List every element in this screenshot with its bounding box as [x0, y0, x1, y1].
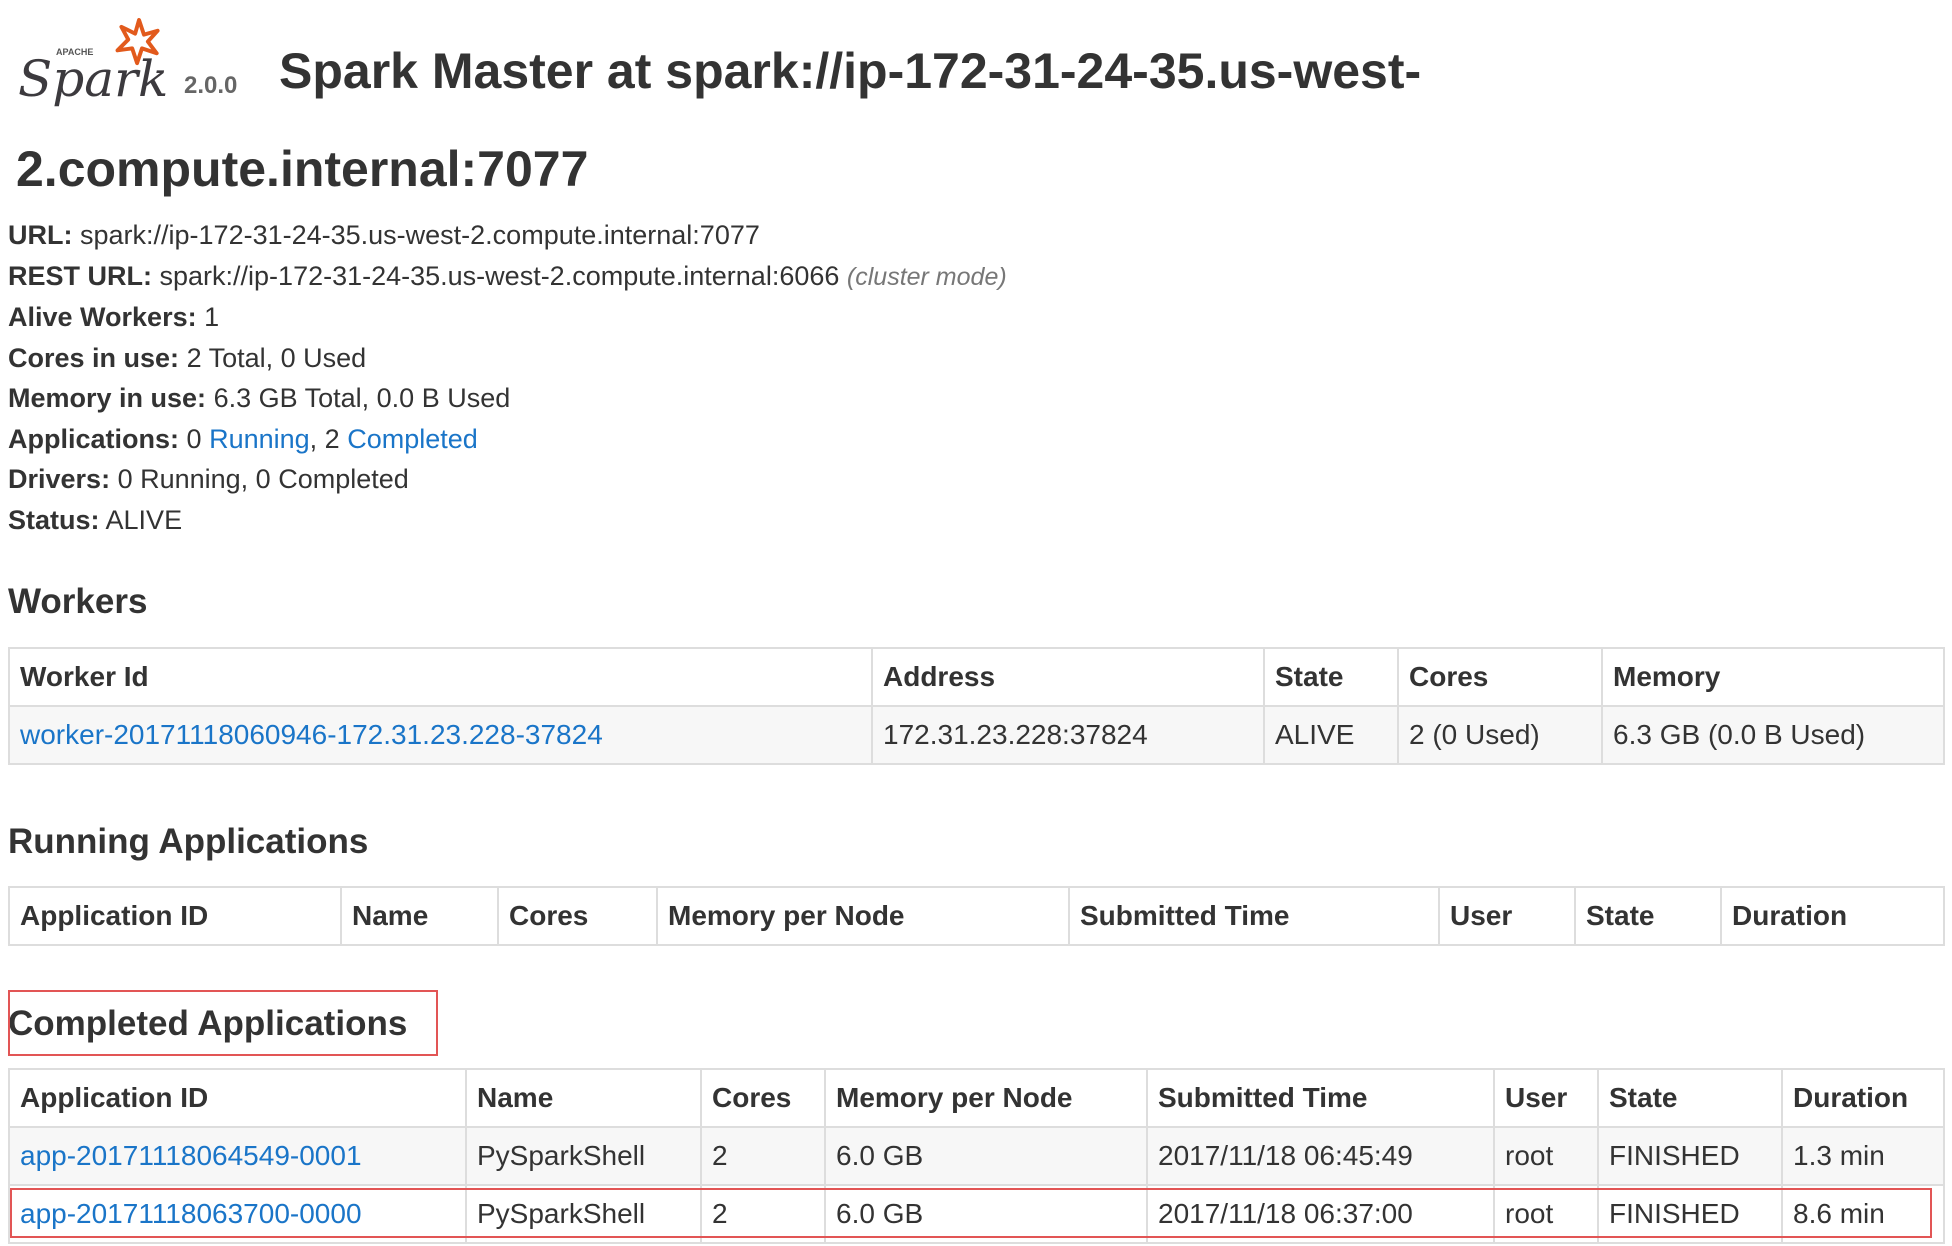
- col-cores[interactable]: Cores: [700, 1068, 826, 1128]
- col-application-id[interactable]: Application ID: [8, 1068, 467, 1128]
- table-row: app-20171118063700-0000 PySparkShell 2 6…: [8, 1184, 1945, 1244]
- col-memory-per-node[interactable]: Memory per Node: [656, 886, 1070, 946]
- app-submitted: 2017/11/18 06:45:49: [1146, 1126, 1495, 1186]
- col-state[interactable]: State: [1574, 886, 1722, 946]
- cluster-mode-hint: (cluster mode): [846, 262, 1007, 291]
- worker-link[interactable]: worker-20171118060946-172.31.23.228-3782…: [20, 719, 603, 750]
- col-address[interactable]: Address: [871, 647, 1265, 707]
- status-row: Status: ALIVE: [8, 504, 183, 535]
- url-row: URL: spark://ip-172-31-24-35.us-west-2.c…: [8, 220, 760, 250]
- page-title-text: Spark Master at spark://ip-172-31-24-35.…: [16, 43, 1422, 197]
- worker-state: ALIVE: [1263, 705, 1399, 765]
- col-duration[interactable]: Duration: [1781, 1068, 1945, 1128]
- page-header: APACHE Spark 2.0.0 Spark Master at spark…: [8, 0, 1944, 197]
- table-row: worker-20171118060946-172.31.23.228-3782…: [8, 705, 1945, 765]
- app-duration: 8.6 min: [1781, 1184, 1945, 1244]
- drivers-row: Drivers: 0 Running, 0 Completed: [8, 464, 409, 494]
- workers-table: Worker Id Address State Cores Memory wor…: [8, 647, 1945, 765]
- table-row: app-20171118064549-0001 PySparkShell 2 6…: [8, 1126, 1945, 1186]
- app-memory: 6.0 GB: [824, 1184, 1148, 1244]
- col-submitted-time[interactable]: Submitted Time: [1146, 1068, 1495, 1128]
- applications-row: Applications: 0 Running, 2 Completed: [8, 423, 478, 454]
- spark-master-page: APACHE Spark 2.0.0 Spark Master at spark…: [0, 0, 1952, 1246]
- completed-header-row: Application ID Name Cores Memory per Nod…: [8, 1068, 1945, 1128]
- col-submitted-time[interactable]: Submitted Time: [1068, 886, 1440, 946]
- alive-workers-row: Alive Workers: 1: [8, 302, 220, 332]
- workers-header-row: Worker Id Address State Cores Memory: [8, 647, 1945, 707]
- worker-address: 172.31.23.228:37824: [871, 705, 1265, 765]
- app-user: root: [1493, 1184, 1599, 1244]
- col-memory-per-node[interactable]: Memory per Node: [824, 1068, 1148, 1128]
- rest-url-row: REST URL: spark://ip-172-31-24-35.us-wes…: [8, 260, 1007, 291]
- app-cores: 2: [700, 1184, 826, 1244]
- running-apps-table: Application ID Name Cores Memory per Nod…: [8, 886, 1945, 946]
- memory-row: Memory in use: 6.3 GB Total, 0.0 B Used: [8, 383, 511, 413]
- running-apps-link[interactable]: Running: [209, 424, 310, 454]
- app-name: PySparkShell: [465, 1126, 702, 1186]
- col-application-id[interactable]: Application ID: [8, 886, 342, 946]
- workers-heading[interactable]: Workers: [8, 582, 147, 622]
- app-name: PySparkShell: [465, 1184, 702, 1244]
- completed-apps-link[interactable]: Completed: [347, 424, 478, 454]
- completed-apps-heading[interactable]: Completed Applications: [8, 1004, 407, 1044]
- col-state[interactable]: State: [1263, 647, 1399, 707]
- col-memory[interactable]: Memory: [1601, 647, 1945, 707]
- app-link[interactable]: app-20171118063700-0000: [20, 1198, 362, 1229]
- app-user: root: [1493, 1126, 1599, 1186]
- app-state: FINISHED: [1597, 1184, 1783, 1244]
- col-user[interactable]: User: [1438, 886, 1576, 946]
- app-duration: 1.3 min: [1781, 1126, 1945, 1186]
- col-worker-id[interactable]: Worker Id: [8, 647, 873, 707]
- col-cores[interactable]: Cores: [1397, 647, 1603, 707]
- app-state: FINISHED: [1597, 1126, 1783, 1186]
- col-duration[interactable]: Duration: [1720, 886, 1945, 946]
- running-header-row: Application ID Name Cores Memory per Nod…: [8, 886, 1945, 946]
- worker-cores: 2 (0 Used): [1397, 705, 1603, 765]
- col-state[interactable]: State: [1597, 1068, 1783, 1128]
- page-title: Spark Master at spark://ip-172-31-24-35.…: [16, 22, 1516, 218]
- col-name[interactable]: Name: [340, 886, 499, 946]
- cores-row: Cores in use: 2 Total, 0 Used: [8, 342, 367, 373]
- app-link[interactable]: app-20171118064549-0001: [20, 1140, 362, 1171]
- col-name[interactable]: Name: [465, 1068, 702, 1128]
- app-cores: 2: [700, 1126, 826, 1186]
- col-cores[interactable]: Cores: [497, 886, 658, 946]
- cluster-summary: URL: spark://ip-172-31-24-35.us-west-2.c…: [8, 215, 1007, 540]
- col-user[interactable]: User: [1493, 1068, 1599, 1128]
- worker-memory: 6.3 GB (0.0 B Used): [1601, 705, 1945, 765]
- completed-apps-table: Application ID Name Cores Memory per Nod…: [8, 1068, 1945, 1244]
- running-apps-heading[interactable]: Running Applications: [8, 822, 368, 862]
- app-submitted: 2017/11/18 06:37:00: [1146, 1184, 1495, 1244]
- app-memory: 6.0 GB: [824, 1126, 1148, 1186]
